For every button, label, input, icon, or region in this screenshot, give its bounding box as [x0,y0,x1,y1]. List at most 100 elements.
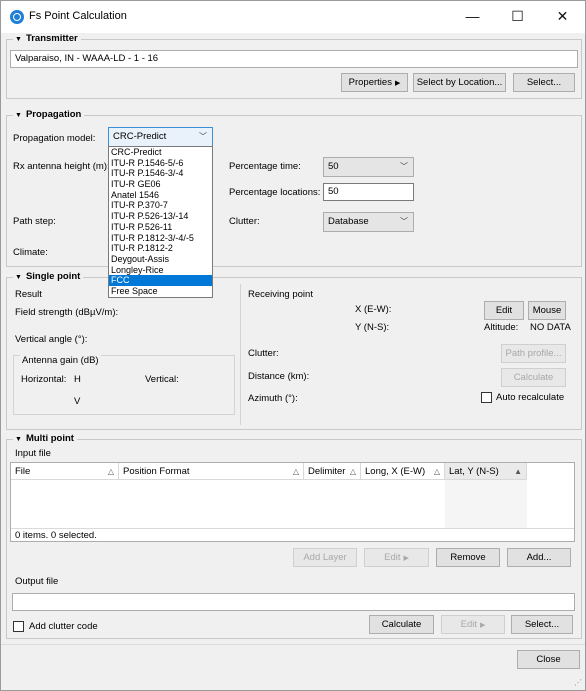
column-label: Lat, Y (N-S) [449,466,499,477]
resize-grip-icon[interactable]: ⋰ [574,678,582,687]
percentage-locations-field[interactable]: 50 [323,183,414,201]
column-header-latitude[interactable]: Lat, Y (N-S) ▲ [445,463,527,480]
auto-recalculate-label: Auto recalculate [496,392,565,403]
propagation-section: ▼ Propagation Propagation model: Rx anten… [6,109,582,267]
column-header-position-format[interactable]: Position Format △ [119,463,304,480]
add-layer-button[interactable]: Add Layer [293,548,357,567]
percentage-time-label: Percentage time: [229,161,301,172]
transmitter-header[interactable]: ▼ Transmitter [13,33,81,44]
transmitter-header-label: Transmitter [25,33,78,44]
percentage-time-select[interactable]: 50 ﹀ [323,157,414,177]
transmitter-select-button[interactable]: Select... [513,73,575,92]
column-header-longitude[interactable]: Long, X (E-W) △ [361,463,445,480]
horizontal-label: Horizontal: [21,374,67,385]
antenna-gain-group: Antenna gain (dB) Horizontal: H V Vertic… [13,355,235,415]
mouse-button[interactable]: Mouse [528,301,566,320]
dropdown-option[interactable]: ITU-R P.1812-2 [109,243,212,254]
receiving-point-label: Receiving point [248,289,313,300]
app-logo-icon [10,10,24,24]
remove-button[interactable]: Remove [436,548,500,567]
climate-label: Climate: [13,247,48,258]
close-button[interactable]: Close [517,650,580,669]
multi-calculate-button[interactable]: Calculate [369,615,434,634]
collapse-chevron-icon: ▼ [15,36,22,43]
clutter-value: Database [328,216,369,227]
column-label: Position Format [123,466,190,477]
column-header-delimiter[interactable]: Delimiter △ [304,463,361,480]
column-header-file[interactable]: File △ [11,463,119,480]
add-clutter-code-label: Add clutter code [29,621,98,632]
horizontal-h-value: H [74,374,81,385]
input-file-label: Input file [15,448,51,459]
propagation-clutter-label: Clutter: [229,216,260,227]
dropdown-option[interactable]: ITU-R P.370-7 [109,200,212,211]
sort-triangle-icon: △ [349,467,356,476]
collapse-chevron-icon: ▼ [15,436,22,443]
dropdown-option[interactable]: ITU-R GE06 [109,179,212,190]
divider [240,284,241,425]
properties-button[interactable]: Properties ▶ [341,73,408,92]
output-file-field[interactable] [12,593,575,611]
footer-divider [1,644,585,645]
edit-label: Edit [384,552,401,563]
multi-edit2-button[interactable]: Edit ▶ [441,615,505,634]
dropdown-option[interactable]: ITU-R P.1546-5/-6 [109,158,212,169]
column-label: Delimiter [308,466,346,477]
chevron-down-icon: ﹀ [400,162,408,171]
dropdown-option[interactable]: ITU-R P.1546-3/-4 [109,168,212,179]
chevron-down-icon: ﹀ [199,132,207,141]
single-point-header[interactable]: ▼ Single point [13,271,84,282]
output-select-button[interactable]: Select... [511,615,573,634]
propagation-header[interactable]: ▼ Propagation [13,109,85,120]
multi-point-header[interactable]: ▼ Multi point [13,433,77,444]
add-clutter-code-checkbox[interactable] [13,621,24,632]
dropdown-option[interactable]: ITU-R P.526-11 [109,222,212,233]
single-point-header-label: Single point [25,271,81,282]
close-window-button[interactable]: ✕ [540,1,585,33]
properties-label: Properties [348,77,392,88]
sort-triangle-icon: △ [292,467,299,476]
collapse-chevron-icon: ▼ [15,112,22,119]
result-label: Result [15,289,42,300]
edit-point-button[interactable]: Edit [484,301,524,320]
select-by-location-button[interactable]: Select by Location... [413,73,506,92]
dropdown-option[interactable]: Longley-Rice [109,265,212,276]
submenu-arrow-icon: ▶ [403,555,409,562]
dropdown-option[interactable]: ITU-R P.1812-3/-4/-5 [109,233,212,244]
dropdown-option[interactable]: ITU-R P.526-13/-14 [109,211,212,222]
minimize-button[interactable]: — [450,1,495,33]
column-label: File [15,466,31,477]
x-coordinate-label: X (E-W): [355,304,392,315]
clutter-select[interactable]: Database ﹀ [323,212,414,232]
submenu-arrow-icon: ▶ [394,80,401,87]
altitude-label: Altitude: [484,322,519,333]
propagation-model-select[interactable]: CRC-Predict ﹀ [108,127,213,147]
propagation-header-label: Propagation [25,109,82,120]
distance-label: Distance (km): [248,371,310,382]
column-label: Long, X (E-W) [365,466,426,477]
chevron-down-icon: ﹀ [400,217,408,226]
horizontal-v-value: V [74,396,81,407]
path-profile-button[interactable]: Path profile... [501,344,566,363]
dropdown-option[interactable]: Deygout-Assis [109,254,212,265]
transmitter-field[interactable]: Valparaiso, IN - WAAA-LD - 1 - 16 [10,50,578,68]
multi-point-header-label: Multi point [25,433,74,444]
propagation-model-value: CRC-Predict [113,131,167,142]
sort-triangle-icon: △ [433,467,440,476]
auto-recalculate-checkbox[interactable] [481,392,492,403]
percentage-locations-label: Percentage locations: [229,187,321,198]
maximize-button[interactable]: ☐ [495,1,540,33]
single-point-calculate-button[interactable]: Calculate [501,368,566,387]
submenu-arrow-icon: ▶ [479,622,486,629]
dropdown-option[interactable]: CRC-Predict [109,147,212,158]
add-button[interactable]: Add... [507,548,571,567]
altitude-value: NO DATA [530,322,571,333]
dropdown-option[interactable]: Free Space [109,286,212,297]
multi-edit-button[interactable]: Edit ▶ [364,548,429,567]
dropdown-option[interactable]: FCC [109,275,212,286]
dropdown-option[interactable]: Anatel 1546 [109,190,212,201]
single-point-section: ▼ Single point Result Field strength (dBµ… [6,271,582,430]
table-status-row: 0 items. 0 selected. [11,528,574,542]
output-file-label: Output file [15,576,59,587]
transmitter-section: ▼ Transmitter Valparaiso, IN - WAAA-LD - … [6,33,582,99]
